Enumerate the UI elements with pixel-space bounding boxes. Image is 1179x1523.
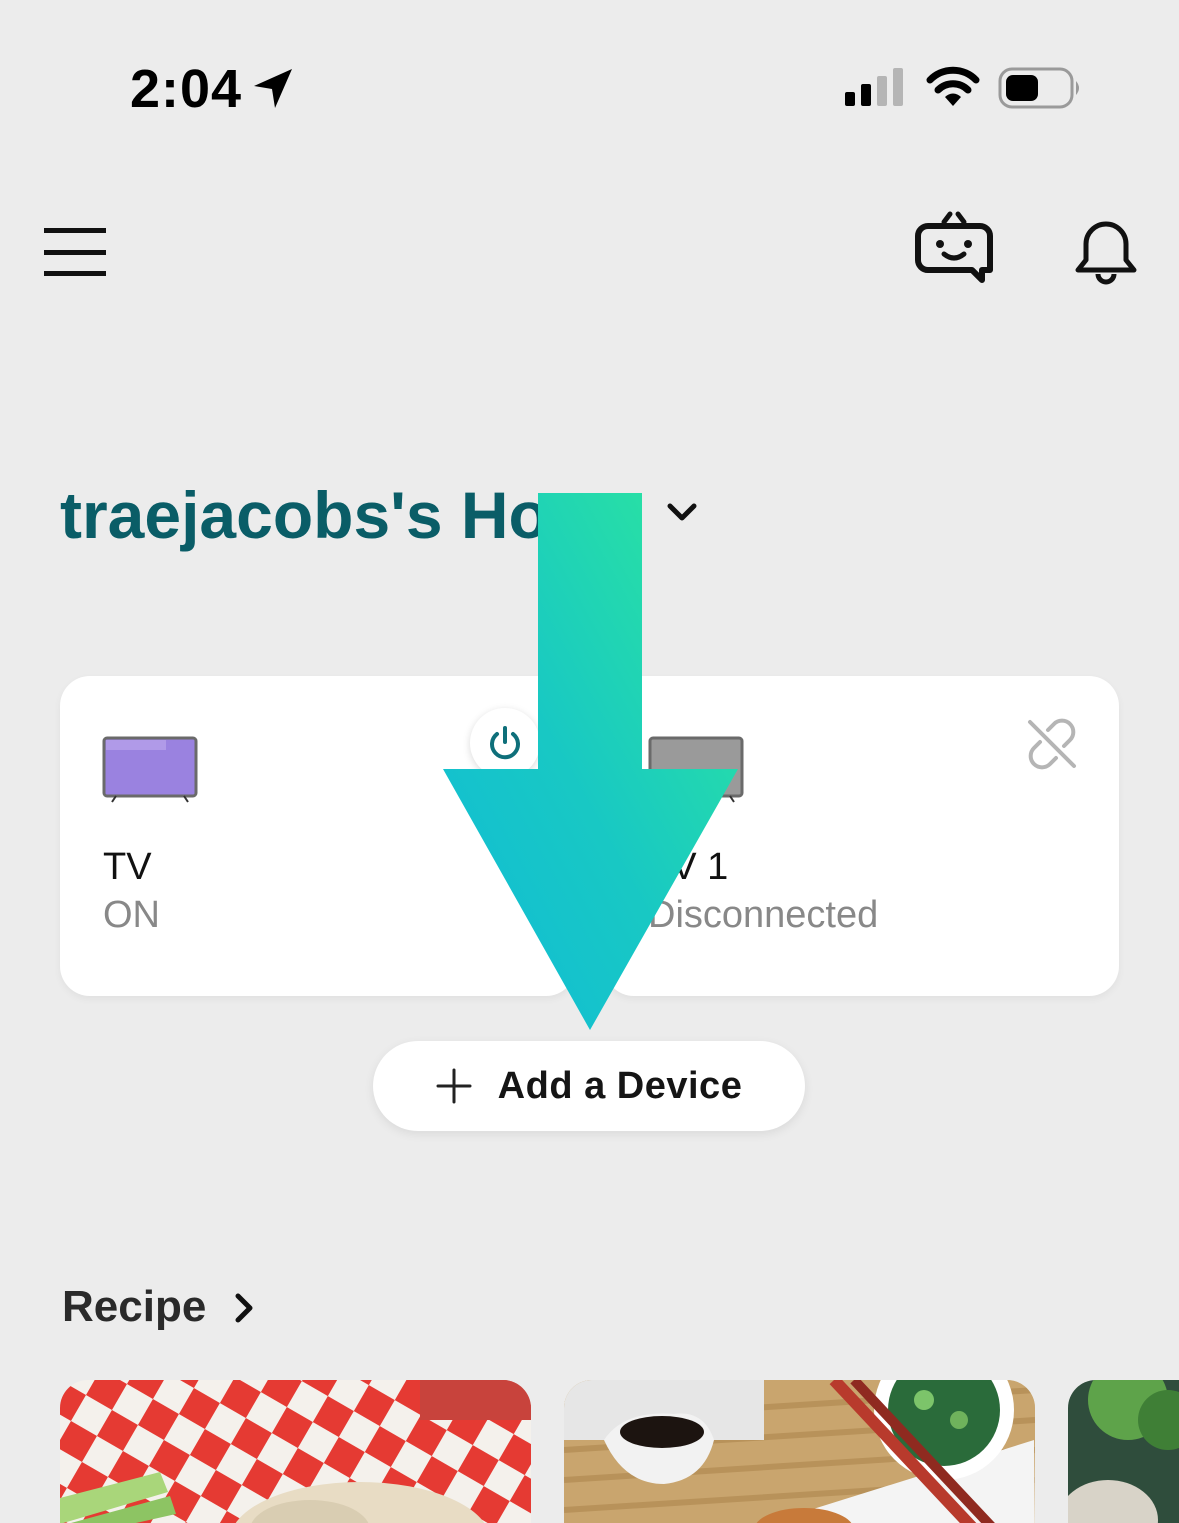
power-button[interactable] (470, 708, 540, 778)
assistant-bot-icon[interactable] (914, 208, 994, 284)
tv-icon (648, 736, 744, 803)
recipe-card[interactable] (564, 1380, 1035, 1523)
battery-icon (998, 67, 1079, 109)
home-title-container[interactable]: traejacobs's Home (60, 470, 540, 560)
cellular-signal-icon (845, 68, 903, 106)
bell-icon[interactable] (1072, 216, 1140, 288)
add-device-button[interactable]: Add a Device (373, 1041, 805, 1131)
unlink-icon[interactable] (1024, 716, 1080, 772)
recipe-card[interactable] (60, 1380, 531, 1523)
home-title[interactable]: traejacobs's Home (60, 470, 540, 560)
plus-icon (436, 1068, 472, 1104)
chevron-right-icon[interactable] (230, 1290, 260, 1326)
device-name: TV (103, 846, 152, 888)
wifi-icon (926, 66, 980, 106)
recipe-card[interactable] (1068, 1380, 1179, 1523)
chevron-down-icon[interactable] (662, 494, 702, 530)
device-status: Disconnected (648, 894, 879, 936)
device-name: TV 1 (648, 846, 729, 888)
recipe-image (1068, 1380, 1179, 1523)
tv-icon (102, 736, 198, 803)
menu-icon[interactable] (42, 224, 108, 280)
device-card-tv-1[interactable]: TV 1 Disconnected (604, 676, 1119, 996)
power-icon (490, 726, 520, 760)
add-device-label: Add a Device (497, 1064, 743, 1107)
device-card-tv[interactable]: TV ON (60, 676, 576, 996)
status-time: 2:04 (130, 59, 243, 119)
recipe-section-title[interactable]: Recipe (62, 1282, 206, 1332)
status-bar: 2:04 (0, 0, 1179, 160)
recipe-image (564, 1380, 1035, 1523)
location-arrow-icon (254, 69, 292, 108)
device-status: ON (103, 894, 160, 936)
recipe-image (60, 1380, 531, 1523)
